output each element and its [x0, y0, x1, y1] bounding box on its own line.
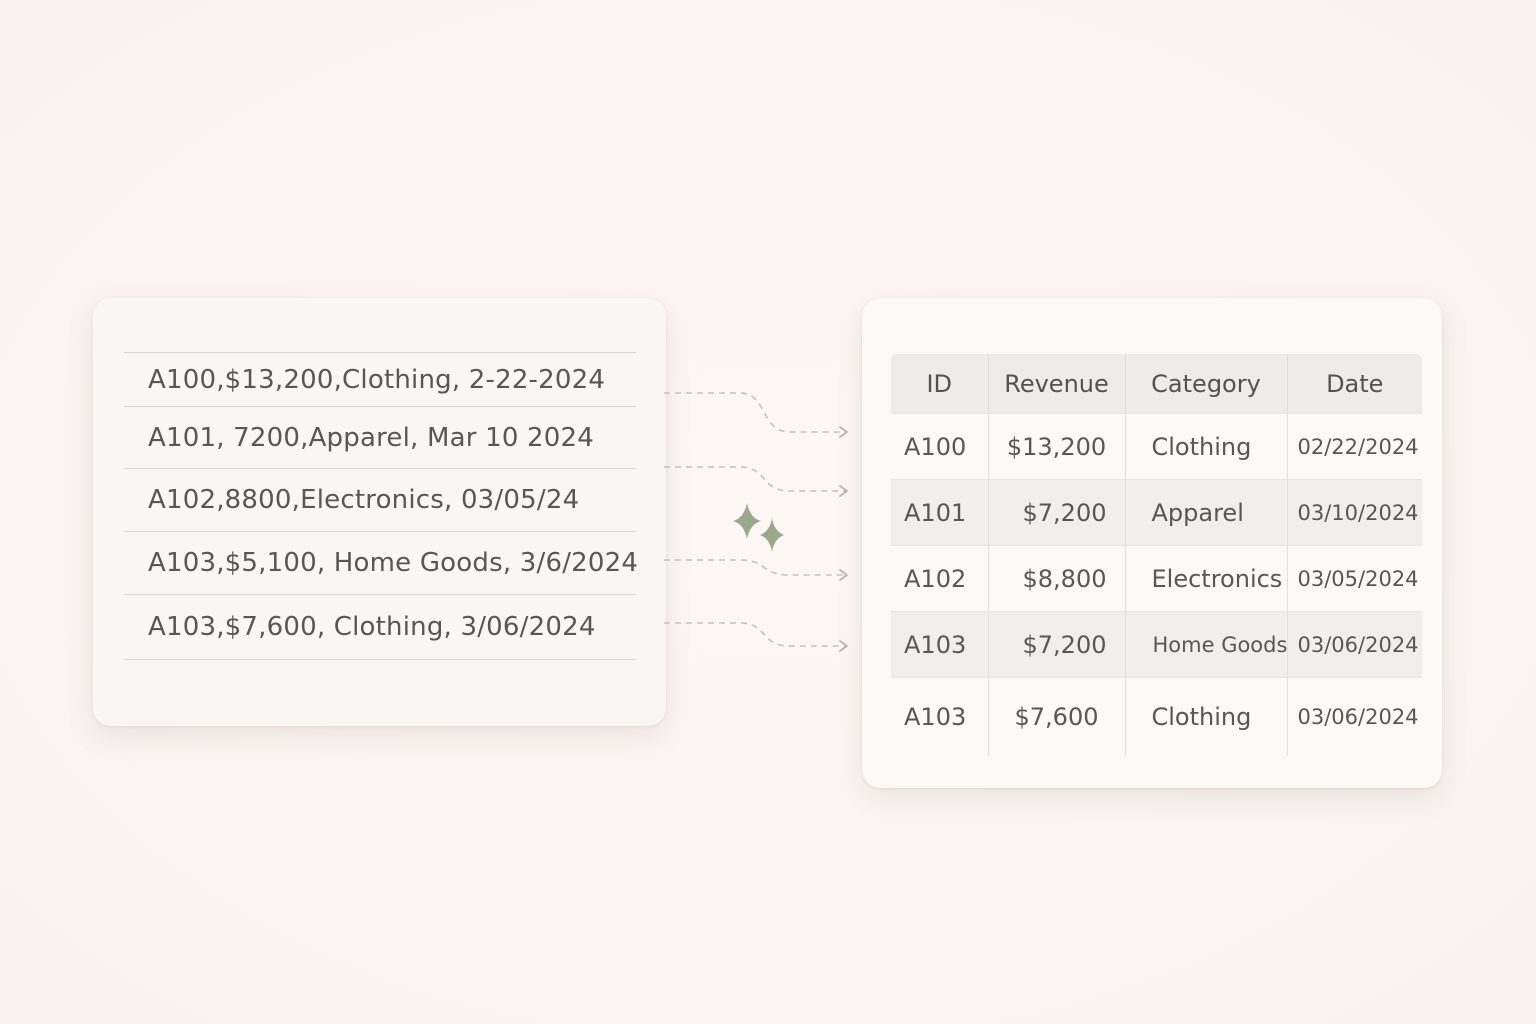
cell-date: 03/06/2024 [1287, 611, 1422, 678]
raw-record-line: A102,8800,Electronics, 03/05/24 [124, 469, 636, 532]
arrow-icon [839, 485, 848, 497]
raw-record-line: A101, 7200,Apparel, Mar 10 2024 [124, 407, 636, 469]
column-header-date: Date [1287, 354, 1422, 414]
table-row: A103 $7,200 Home Goods 03/06/2024 [891, 611, 1422, 678]
cell-id: A102 [891, 545, 989, 612]
cell-date: 02/22/2024 [1287, 413, 1422, 480]
arrow-icon [839, 569, 848, 581]
table-row: A100 $13,200 Clothing 02/22/2024 [891, 413, 1422, 480]
cell-revenue: $8,800 [988, 545, 1126, 612]
cell-id: A100 [891, 413, 989, 480]
arrow-icon [839, 426, 848, 438]
cell-revenue: $13,200 [988, 413, 1126, 480]
connector-line [664, 622, 846, 647]
raw-record-line: A103,$5,100, Home Goods, 3/6/2024 [124, 532, 638, 595]
connector-line [664, 466, 846, 492]
cell-id: A101 [891, 479, 989, 546]
raw-record-line: A103,$7,600, Clothing, 3/06/2024 [124, 595, 636, 660]
cell-id: A103 [891, 611, 989, 678]
cell-date: 03/10/2024 [1287, 479, 1422, 546]
structured-table-card: ID Revenue Category Date A100 $13,200 Cl… [862, 298, 1442, 788]
canvas: A100,$13,200,Clothing, 2-22-2024 A101, 7… [0, 0, 1536, 1024]
raw-records-list: A100,$13,200,Clothing, 2-22-2024 A101, 7… [124, 352, 638, 660]
cell-category: Home Goods [1125, 611, 1288, 678]
cell-date: 03/05/2024 [1287, 545, 1422, 612]
cell-revenue: $7,200 [988, 479, 1126, 546]
column-header-id: ID [891, 354, 989, 414]
table-row: A102 $8,800 Electronics 03/05/2024 [891, 545, 1422, 612]
sparkle-icon [733, 503, 784, 552]
cell-category: Clothing [1125, 677, 1288, 756]
cell-category: Electronics [1125, 545, 1288, 612]
raw-records-card: A100,$13,200,Clothing, 2-22-2024 A101, 7… [93, 298, 666, 726]
cell-category: Apparel [1125, 479, 1288, 546]
table-header-row: ID Revenue Category Date [891, 354, 1422, 414]
arrow-icon [839, 640, 848, 652]
cell-id: A103 [891, 677, 989, 756]
cell-revenue: $7,600 [988, 677, 1126, 756]
connector-line [664, 559, 846, 576]
cell-date: 03/06/2024 [1287, 677, 1422, 756]
column-header-category: Category [1125, 354, 1288, 414]
raw-record-line: A100,$13,200,Clothing, 2-22-2024 [124, 353, 636, 407]
cell-category: Clothing [1125, 413, 1288, 480]
table-row: A103 $7,600 Clothing 03/06/2024 [891, 677, 1422, 756]
data-table: ID Revenue Category Date A100 $13,200 Cl… [891, 354, 1422, 756]
cell-revenue: $7,200 [988, 611, 1126, 678]
column-header-revenue: Revenue [988, 354, 1126, 414]
table-row: A101 $7,200 Apparel 03/10/2024 [891, 479, 1422, 546]
connector-line [664, 392, 846, 433]
